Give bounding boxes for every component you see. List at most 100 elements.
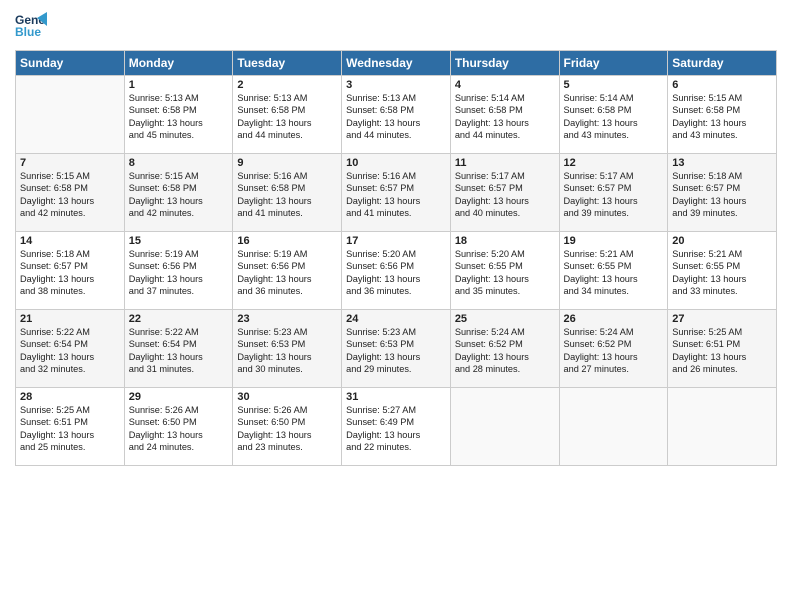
- cell-text: Sunrise: 5:20 AM Sunset: 6:56 PM Dayligh…: [346, 248, 446, 298]
- day-number: 23: [237, 313, 337, 325]
- calendar-cell: 11Sunrise: 5:17 AM Sunset: 6:57 PM Dayli…: [450, 154, 559, 232]
- calendar-cell: 21Sunrise: 5:22 AM Sunset: 6:54 PM Dayli…: [16, 310, 125, 388]
- cell-text: Sunrise: 5:26 AM Sunset: 6:50 PM Dayligh…: [129, 404, 229, 454]
- calendar-cell: 12Sunrise: 5:17 AM Sunset: 6:57 PM Dayli…: [559, 154, 668, 232]
- cell-text: Sunrise: 5:17 AM Sunset: 6:57 PM Dayligh…: [564, 170, 664, 220]
- day-number: 13: [672, 157, 772, 169]
- calendar-cell: 4Sunrise: 5:14 AM Sunset: 6:58 PM Daylig…: [450, 76, 559, 154]
- col-header-sunday: Sunday: [16, 51, 125, 76]
- calendar-cell: 7Sunrise: 5:15 AM Sunset: 6:58 PM Daylig…: [16, 154, 125, 232]
- day-number: 21: [20, 313, 120, 325]
- calendar-cell: 9Sunrise: 5:16 AM Sunset: 6:58 PM Daylig…: [233, 154, 342, 232]
- day-number: 15: [129, 235, 229, 247]
- calendar-cell: 8Sunrise: 5:15 AM Sunset: 6:58 PM Daylig…: [124, 154, 233, 232]
- week-row-3: 14Sunrise: 5:18 AM Sunset: 6:57 PM Dayli…: [16, 232, 777, 310]
- day-number: 24: [346, 313, 446, 325]
- calendar-cell: 22Sunrise: 5:22 AM Sunset: 6:54 PM Dayli…: [124, 310, 233, 388]
- calendar-cell: 18Sunrise: 5:20 AM Sunset: 6:55 PM Dayli…: [450, 232, 559, 310]
- calendar-body: 1Sunrise: 5:13 AM Sunset: 6:58 PM Daylig…: [16, 76, 777, 466]
- day-number: 8: [129, 157, 229, 169]
- col-header-wednesday: Wednesday: [342, 51, 451, 76]
- calendar-cell: [559, 388, 668, 466]
- day-number: 2: [237, 79, 337, 91]
- calendar-cell: 13Sunrise: 5:18 AM Sunset: 6:57 PM Dayli…: [668, 154, 777, 232]
- calendar-cell: [668, 388, 777, 466]
- calendar-cell: 19Sunrise: 5:21 AM Sunset: 6:55 PM Dayli…: [559, 232, 668, 310]
- week-row-2: 7Sunrise: 5:15 AM Sunset: 6:58 PM Daylig…: [16, 154, 777, 232]
- cell-text: Sunrise: 5:25 AM Sunset: 6:51 PM Dayligh…: [20, 404, 120, 454]
- cell-text: Sunrise: 5:16 AM Sunset: 6:57 PM Dayligh…: [346, 170, 446, 220]
- day-number: 19: [564, 235, 664, 247]
- calendar-table: SundayMondayTuesdayWednesdayThursdayFrid…: [15, 50, 777, 466]
- day-number: 16: [237, 235, 337, 247]
- day-number: 17: [346, 235, 446, 247]
- week-row-5: 28Sunrise: 5:25 AM Sunset: 6:51 PM Dayli…: [16, 388, 777, 466]
- calendar-cell: 28Sunrise: 5:25 AM Sunset: 6:51 PM Dayli…: [16, 388, 125, 466]
- page-container: General Blue SundayMondayTuesdayWednesda…: [0, 0, 792, 476]
- day-number: 10: [346, 157, 446, 169]
- day-number: 29: [129, 391, 229, 403]
- day-number: 18: [455, 235, 555, 247]
- calendar-cell: 17Sunrise: 5:20 AM Sunset: 6:56 PM Dayli…: [342, 232, 451, 310]
- day-number: 30: [237, 391, 337, 403]
- cell-text: Sunrise: 5:23 AM Sunset: 6:53 PM Dayligh…: [237, 326, 337, 376]
- day-number: 22: [129, 313, 229, 325]
- calendar-cell: 16Sunrise: 5:19 AM Sunset: 6:56 PM Dayli…: [233, 232, 342, 310]
- calendar-header: SundayMondayTuesdayWednesdayThursdayFrid…: [16, 51, 777, 76]
- cell-text: Sunrise: 5:21 AM Sunset: 6:55 PM Dayligh…: [672, 248, 772, 298]
- cell-text: Sunrise: 5:19 AM Sunset: 6:56 PM Dayligh…: [237, 248, 337, 298]
- cell-text: Sunrise: 5:27 AM Sunset: 6:49 PM Dayligh…: [346, 404, 446, 454]
- day-number: 6: [672, 79, 772, 91]
- day-number: 5: [564, 79, 664, 91]
- day-number: 27: [672, 313, 772, 325]
- cell-text: Sunrise: 5:25 AM Sunset: 6:51 PM Dayligh…: [672, 326, 772, 376]
- cell-text: Sunrise: 5:23 AM Sunset: 6:53 PM Dayligh…: [346, 326, 446, 376]
- cell-text: Sunrise: 5:15 AM Sunset: 6:58 PM Dayligh…: [129, 170, 229, 220]
- cell-text: Sunrise: 5:22 AM Sunset: 6:54 PM Dayligh…: [129, 326, 229, 376]
- calendar-cell: 23Sunrise: 5:23 AM Sunset: 6:53 PM Dayli…: [233, 310, 342, 388]
- calendar-cell: 25Sunrise: 5:24 AM Sunset: 6:52 PM Dayli…: [450, 310, 559, 388]
- cell-text: Sunrise: 5:15 AM Sunset: 6:58 PM Dayligh…: [20, 170, 120, 220]
- cell-text: Sunrise: 5:20 AM Sunset: 6:55 PM Dayligh…: [455, 248, 555, 298]
- cell-text: Sunrise: 5:26 AM Sunset: 6:50 PM Dayligh…: [237, 404, 337, 454]
- cell-text: Sunrise: 5:24 AM Sunset: 6:52 PM Dayligh…: [564, 326, 664, 376]
- calendar-cell: 3Sunrise: 5:13 AM Sunset: 6:58 PM Daylig…: [342, 76, 451, 154]
- week-row-4: 21Sunrise: 5:22 AM Sunset: 6:54 PM Dayli…: [16, 310, 777, 388]
- day-number: 11: [455, 157, 555, 169]
- day-number: 20: [672, 235, 772, 247]
- day-number: 1: [129, 79, 229, 91]
- calendar-cell: 1Sunrise: 5:13 AM Sunset: 6:58 PM Daylig…: [124, 76, 233, 154]
- col-header-saturday: Saturday: [668, 51, 777, 76]
- calendar-cell: [450, 388, 559, 466]
- week-row-1: 1Sunrise: 5:13 AM Sunset: 6:58 PM Daylig…: [16, 76, 777, 154]
- calendar-cell: 15Sunrise: 5:19 AM Sunset: 6:56 PM Dayli…: [124, 232, 233, 310]
- cell-text: Sunrise: 5:13 AM Sunset: 6:58 PM Dayligh…: [237, 92, 337, 142]
- day-number: 3: [346, 79, 446, 91]
- day-number: 7: [20, 157, 120, 169]
- logo-icon: General Blue: [15, 10, 47, 42]
- calendar-cell: 26Sunrise: 5:24 AM Sunset: 6:52 PM Dayli…: [559, 310, 668, 388]
- col-header-friday: Friday: [559, 51, 668, 76]
- day-number: 25: [455, 313, 555, 325]
- day-number: 12: [564, 157, 664, 169]
- calendar-cell: 10Sunrise: 5:16 AM Sunset: 6:57 PM Dayli…: [342, 154, 451, 232]
- day-number: 26: [564, 313, 664, 325]
- col-header-thursday: Thursday: [450, 51, 559, 76]
- calendar-cell: 2Sunrise: 5:13 AM Sunset: 6:58 PM Daylig…: [233, 76, 342, 154]
- calendar-cell: 30Sunrise: 5:26 AM Sunset: 6:50 PM Dayli…: [233, 388, 342, 466]
- cell-text: Sunrise: 5:13 AM Sunset: 6:58 PM Dayligh…: [129, 92, 229, 142]
- day-number: 4: [455, 79, 555, 91]
- calendar-cell: 31Sunrise: 5:27 AM Sunset: 6:49 PM Dayli…: [342, 388, 451, 466]
- cell-text: Sunrise: 5:17 AM Sunset: 6:57 PM Dayligh…: [455, 170, 555, 220]
- day-number: 28: [20, 391, 120, 403]
- col-header-tuesday: Tuesday: [233, 51, 342, 76]
- calendar-cell: 20Sunrise: 5:21 AM Sunset: 6:55 PM Dayli…: [668, 232, 777, 310]
- calendar-cell: 24Sunrise: 5:23 AM Sunset: 6:53 PM Dayli…: [342, 310, 451, 388]
- calendar-cell: 6Sunrise: 5:15 AM Sunset: 6:58 PM Daylig…: [668, 76, 777, 154]
- day-number: 14: [20, 235, 120, 247]
- cell-text: Sunrise: 5:21 AM Sunset: 6:55 PM Dayligh…: [564, 248, 664, 298]
- cell-text: Sunrise: 5:22 AM Sunset: 6:54 PM Dayligh…: [20, 326, 120, 376]
- cell-text: Sunrise: 5:19 AM Sunset: 6:56 PM Dayligh…: [129, 248, 229, 298]
- day-number: 31: [346, 391, 446, 403]
- col-header-monday: Monday: [124, 51, 233, 76]
